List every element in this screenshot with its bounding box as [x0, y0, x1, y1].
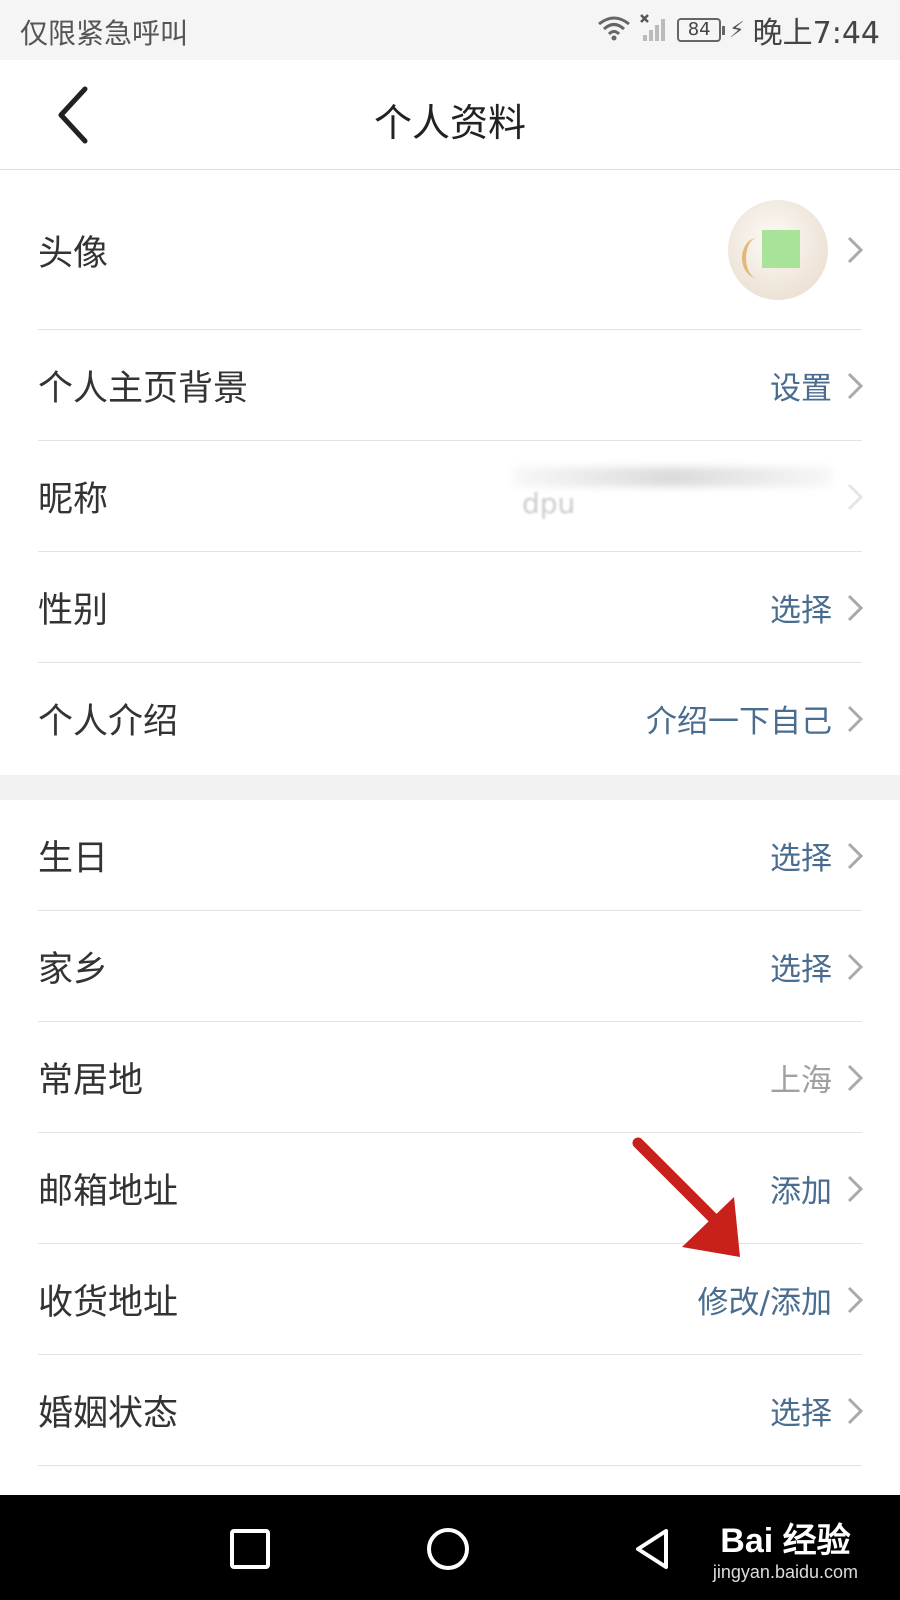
chevron-right-icon: [846, 841, 864, 871]
watermark-main: Bai 经验: [720, 1522, 851, 1560]
chevron-right-icon: [846, 1174, 864, 1204]
row-value: 添加: [770, 1174, 832, 1210]
status-bar: 仅限紧急呼叫 84 ⚡ 晚上7:44: [0, 0, 900, 60]
top-app-bar: 个人资料: [0, 60, 900, 170]
battery-indicator: 84: [677, 18, 726, 42]
row-gender[interactable]: 性别 选择: [0, 552, 900, 663]
row-label: 性别: [38, 591, 109, 631]
system-nav-bar: Bai 经验 jingyan.baidu.com: [0, 1495, 900, 1600]
watermark-sub: jingyan.baidu.com: [712, 1562, 858, 1582]
charging-icon: ⚡: [729, 17, 745, 43]
row-label: 个人主页背景: [38, 369, 249, 409]
annotation-arrow-icon: [632, 1137, 740, 1257]
back-nav-icon[interactable]: [628, 1525, 676, 1573]
row-value: 介绍一下自己: [646, 704, 832, 740]
signal-icon: [639, 13, 669, 47]
row-label: 头像: [38, 233, 109, 274]
section-separator: [0, 775, 900, 800]
row-introduction[interactable]: 个人介绍 介绍一下自己: [0, 663, 900, 774]
row-value: 选择: [770, 841, 832, 877]
row-label: 个人介绍: [38, 702, 179, 742]
row-value: 选择: [770, 952, 832, 988]
profile-basic-section: 头像 个人主页背景 设置 昵称 dpu 性别 选择 个人介绍 介绍一下自己: [0, 170, 900, 774]
wifi-icon: [597, 15, 631, 45]
profile-details-section: 生日 选择 家乡 选择 常居地 上海 邮箱地址 添加 收货地址 修改/添加 婚姻…: [0, 800, 900, 1466]
chevron-right-icon: [846, 1285, 864, 1315]
row-marital-status[interactable]: 婚姻状态 选择: [0, 1355, 900, 1466]
row-value: 选择: [770, 1396, 832, 1432]
chevron-right-icon: [846, 1396, 864, 1426]
chevron-right-icon: [846, 482, 864, 512]
row-birthday[interactable]: 生日 选择: [0, 800, 900, 911]
page-title: 个人资料: [373, 101, 526, 145]
row-label: 家乡: [38, 950, 109, 990]
row-label: 婚姻状态: [38, 1394, 179, 1434]
row-value: 选择: [770, 593, 832, 629]
row-hometown[interactable]: 家乡 选择: [0, 911, 900, 1022]
row-value: 设置: [770, 371, 832, 407]
avatar: [728, 200, 828, 300]
chevron-right-icon: [846, 593, 864, 623]
row-profile-background[interactable]: 个人主页背景 设置: [0, 330, 900, 441]
row-value: dpu: [522, 486, 576, 520]
nickname-value-redacted: dpu: [512, 466, 832, 527]
row-label: 昵称: [38, 480, 109, 520]
chevron-right-icon: [846, 235, 864, 265]
chevron-right-icon: [846, 371, 864, 401]
row-avatar[interactable]: 头像: [0, 170, 900, 330]
status-icons: 84 ⚡ 晚上7:44: [597, 10, 880, 51]
carrier-text: 仅限紧急呼叫: [20, 17, 189, 50]
row-value: 修改/添加: [697, 1285, 832, 1321]
row-label: 收货地址: [38, 1283, 179, 1323]
row-residence[interactable]: 常居地 上海: [0, 1022, 900, 1133]
home-icon[interactable]: [424, 1525, 472, 1573]
row-nickname[interactable]: 昵称 dpu: [0, 441, 900, 552]
chevron-right-icon: [846, 1063, 864, 1093]
chevron-right-icon: [846, 952, 864, 982]
clock: 晚上7:44: [752, 16, 880, 51]
row-label: 常居地: [38, 1061, 144, 1101]
baidu-watermark: Bai 经验 jingyan.baidu.com: [713, 1513, 858, 1583]
row-value: 上海: [770, 1063, 832, 1099]
recent-apps-icon[interactable]: [226, 1525, 274, 1573]
row-label: 生日: [38, 839, 109, 879]
chevron-right-icon: [846, 704, 864, 734]
